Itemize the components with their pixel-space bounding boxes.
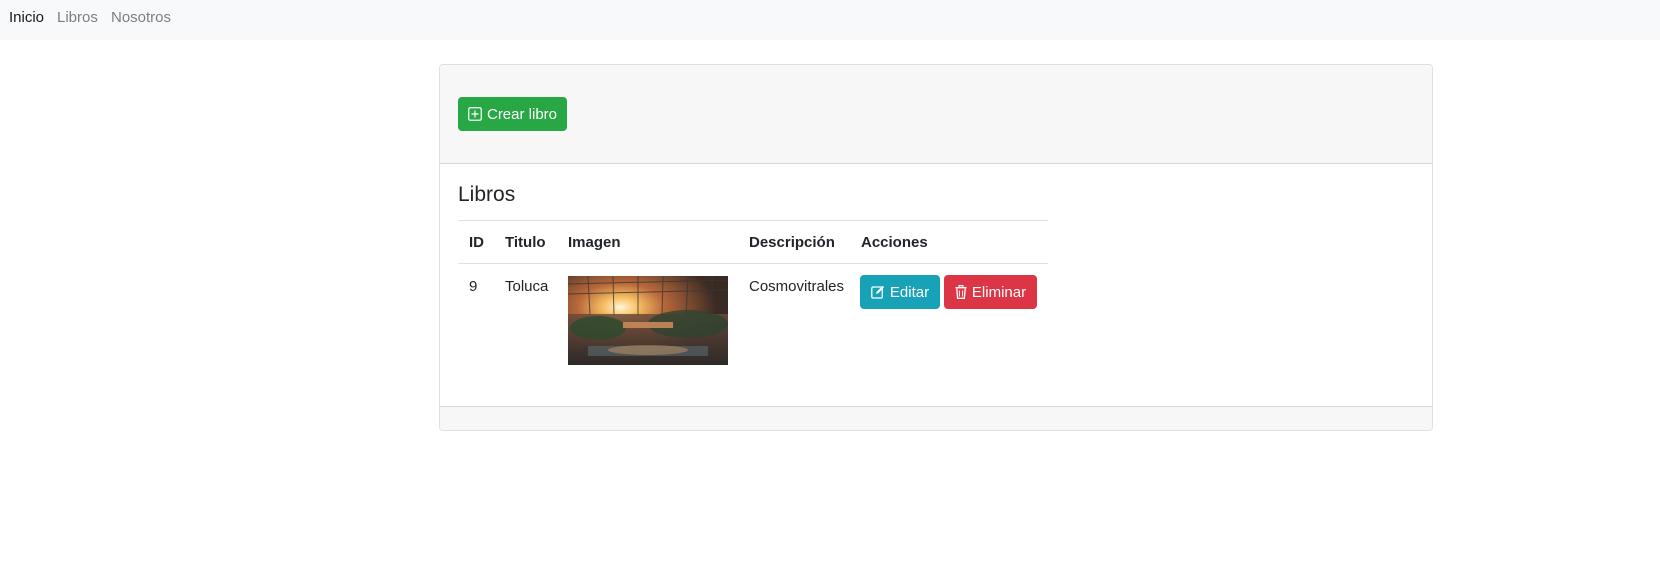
edit-label: Editar [889,283,930,301]
column-header-descripcion: Descripción [749,234,835,251]
table-top-rule [458,220,1048,221]
nav-link-nosotros[interactable]: Nosotros [111,9,171,26]
top-navbar: Inicio Libros Nosotros [0,0,1660,40]
books-card: Crear libro Libros ID Titulo Imagen Desc… [439,64,1433,431]
nav-link-inicio[interactable]: Inicio [9,9,44,26]
section-title: Libros [458,183,516,206]
delete-button[interactable]: Eliminar [944,275,1037,309]
table-header-rule [458,263,1048,264]
edit-icon [871,285,885,299]
cell-descripcion: Cosmovitrales [749,278,845,295]
book-cover-image [568,276,728,365]
edit-button[interactable]: Editar [860,275,940,309]
cell-id: 9 [469,278,478,295]
trash-icon [955,285,967,299]
nav-link-libros[interactable]: Libros [57,9,98,26]
plus-square-icon [468,107,482,121]
delete-label: Eliminar [971,283,1027,301]
column-header-acciones: Acciones [861,234,928,251]
card-footer [440,406,1432,430]
cell-titulo: Toluca [505,278,549,295]
column-header-titulo: Titulo [505,234,546,251]
column-header-id: ID [469,234,484,251]
column-header-imagen: Imagen [568,234,621,251]
create-book-label: Crear libro [486,105,558,123]
card-header: Crear libro [440,65,1432,164]
create-book-button[interactable]: Crear libro [458,97,567,131]
